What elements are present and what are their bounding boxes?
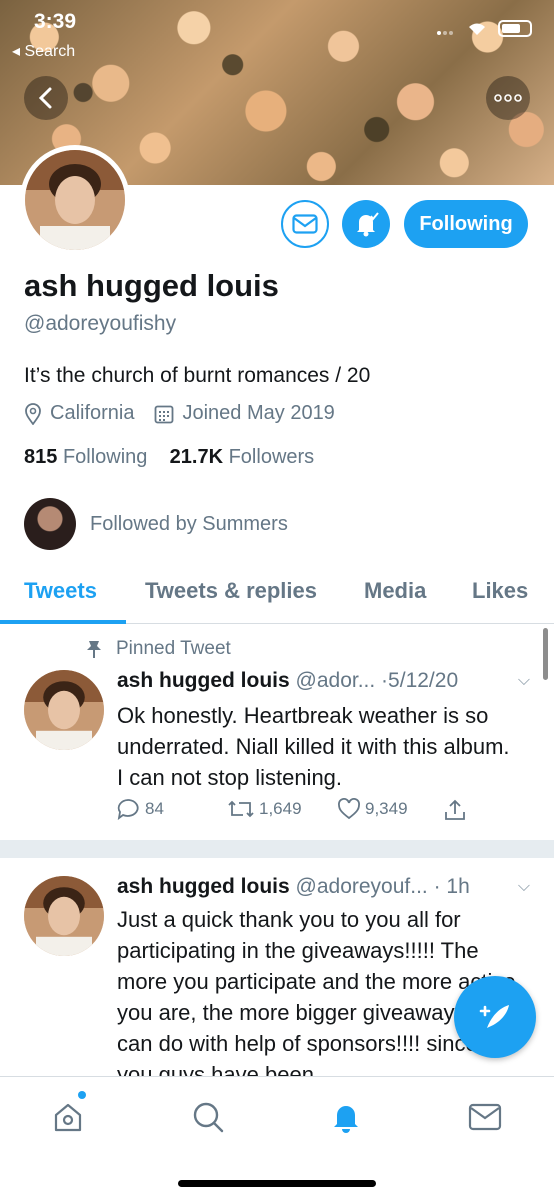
profile-bio: It’s the church of burnt romances / 20 <box>24 364 371 387</box>
more-icon <box>494 94 522 102</box>
message-button[interactable] <box>281 200 329 248</box>
calendar-icon <box>155 405 174 423</box>
avatar-photo <box>25 150 125 250</box>
tab-tweets[interactable]: Tweets <box>24 578 97 604</box>
profile-name: ash hugged louis <box>24 268 279 303</box>
battery-icon <box>498 20 532 37</box>
tweet-handle-time: @ador... ·5/12/20 <box>295 669 459 692</box>
active-tab-indicator <box>0 620 126 624</box>
share-button[interactable] <box>444 798 466 822</box>
retweet-button[interactable]: 1,649 <box>227 798 302 820</box>
followers-count: 21.7K <box>169 446 224 468</box>
home-indicator <box>178 1180 376 1187</box>
profile-tabs: Tweets Tweets & replies Media Likes <box>0 562 554 624</box>
share-icon <box>445 799 465 820</box>
like-count: 9,349 <box>365 799 408 818</box>
retweet-count: 1,649 <box>259 799 302 818</box>
profile-handle: @adoreyoufishy <box>24 312 177 335</box>
followers-label: Followers <box>228 446 315 468</box>
status-bar: 3:39 ◂ Search <box>0 0 554 60</box>
location-icon <box>25 402 41 425</box>
tweet-divider <box>0 840 554 858</box>
tweet-text[interactable]: Just a quick thank you to you all for pa… <box>117 904 517 1076</box>
more-options-button[interactable] <box>486 76 530 120</box>
followers-count-link[interactable]: 21.7K Followers <box>170 446 315 468</box>
following-label: Following <box>62 446 148 468</box>
followed-by-text: Followed by Summers <box>90 512 288 535</box>
status-time: 3:39 <box>34 10 77 33</box>
envelope-icon <box>468 1103 502 1131</box>
following-count: 815 <box>24 446 58 468</box>
tweet-avatar[interactable] <box>24 876 104 956</box>
profile-location: California <box>50 402 135 424</box>
pin-icon <box>87 641 101 658</box>
compose-tweet-button[interactable] <box>454 976 536 1058</box>
tweet-text[interactable]: Ok honestly. Heartbreak weather is so un… <box>117 700 517 793</box>
home-icon <box>54 1103 82 1132</box>
tweet-header[interactable]: ash hugged louis @adoreyouf... · 1h <box>117 875 470 899</box>
notifications-tab[interactable] <box>328 1099 364 1135</box>
retweet-icon <box>228 800 254 818</box>
reply-icon <box>117 799 139 820</box>
profile-avatar[interactable] <box>20 145 130 255</box>
tweet-header[interactable]: ash hugged louis @ador... ·5/12/20 <box>117 669 458 693</box>
search-tab[interactable] <box>190 1099 226 1135</box>
tweet-handle-time: @adoreyouf... · 1h <box>295 875 470 898</box>
follower-avatar <box>24 498 76 550</box>
tab-media[interactable]: Media <box>364 578 426 604</box>
avatar-photo <box>24 876 104 956</box>
profile-joined: Joined May 2019 <box>182 402 335 424</box>
follow-counts: 815 Following 21.7K Followers <box>24 446 314 469</box>
tweet-author-name: ash hugged louis <box>117 875 290 898</box>
pinned-tweet-text: Pinned Tweet <box>116 638 231 659</box>
signal-icon <box>437 30 453 35</box>
tweet-avatar[interactable] <box>24 670 104 750</box>
bell-icon <box>334 1106 358 1133</box>
profile-meta: California Joined May 2019 <box>24 402 355 425</box>
back-to-search-link[interactable]: ◂ Search <box>12 41 75 61</box>
envelope-icon <box>292 214 318 234</box>
wifi-icon <box>469 23 485 35</box>
tab-likes[interactable]: Likes <box>472 578 528 604</box>
scrollbar[interactable] <box>543 628 548 680</box>
heart-icon <box>338 798 360 820</box>
tweet-actions: 84 1,649 9,349 <box>117 798 497 828</box>
following-button[interactable]: Following <box>404 200 528 248</box>
new-content-dot <box>78 1091 86 1099</box>
avatar-photo <box>24 670 104 750</box>
following-count-link[interactable]: 815 Following <box>24 446 147 468</box>
bell-check-icon <box>357 212 379 237</box>
followed-by[interactable]: Followed by Summers <box>24 498 288 550</box>
notifications-button[interactable] <box>342 200 390 248</box>
chevron-down-icon[interactable]: ⌵ <box>518 878 530 896</box>
back-button[interactable] <box>24 76 68 120</box>
compose-icon <box>479 1005 509 1028</box>
pinned-label: Pinned Tweet <box>86 638 231 660</box>
reply-button[interactable]: 84 <box>117 798 164 820</box>
search-icon <box>193 1102 224 1133</box>
chevron-down-icon[interactable]: ⌵ <box>518 672 530 690</box>
reply-count: 84 <box>145 799 164 818</box>
tweet-author-name: ash hugged louis <box>117 669 290 692</box>
messages-tab[interactable] <box>467 1099 503 1135</box>
chevron-left-icon <box>38 87 52 109</box>
home-tab[interactable] <box>50 1099 86 1135</box>
status-icons <box>436 20 532 37</box>
like-button[interactable]: 9,349 <box>337 798 408 820</box>
tab-tweets-replies[interactable]: Tweets & replies <box>145 578 317 604</box>
